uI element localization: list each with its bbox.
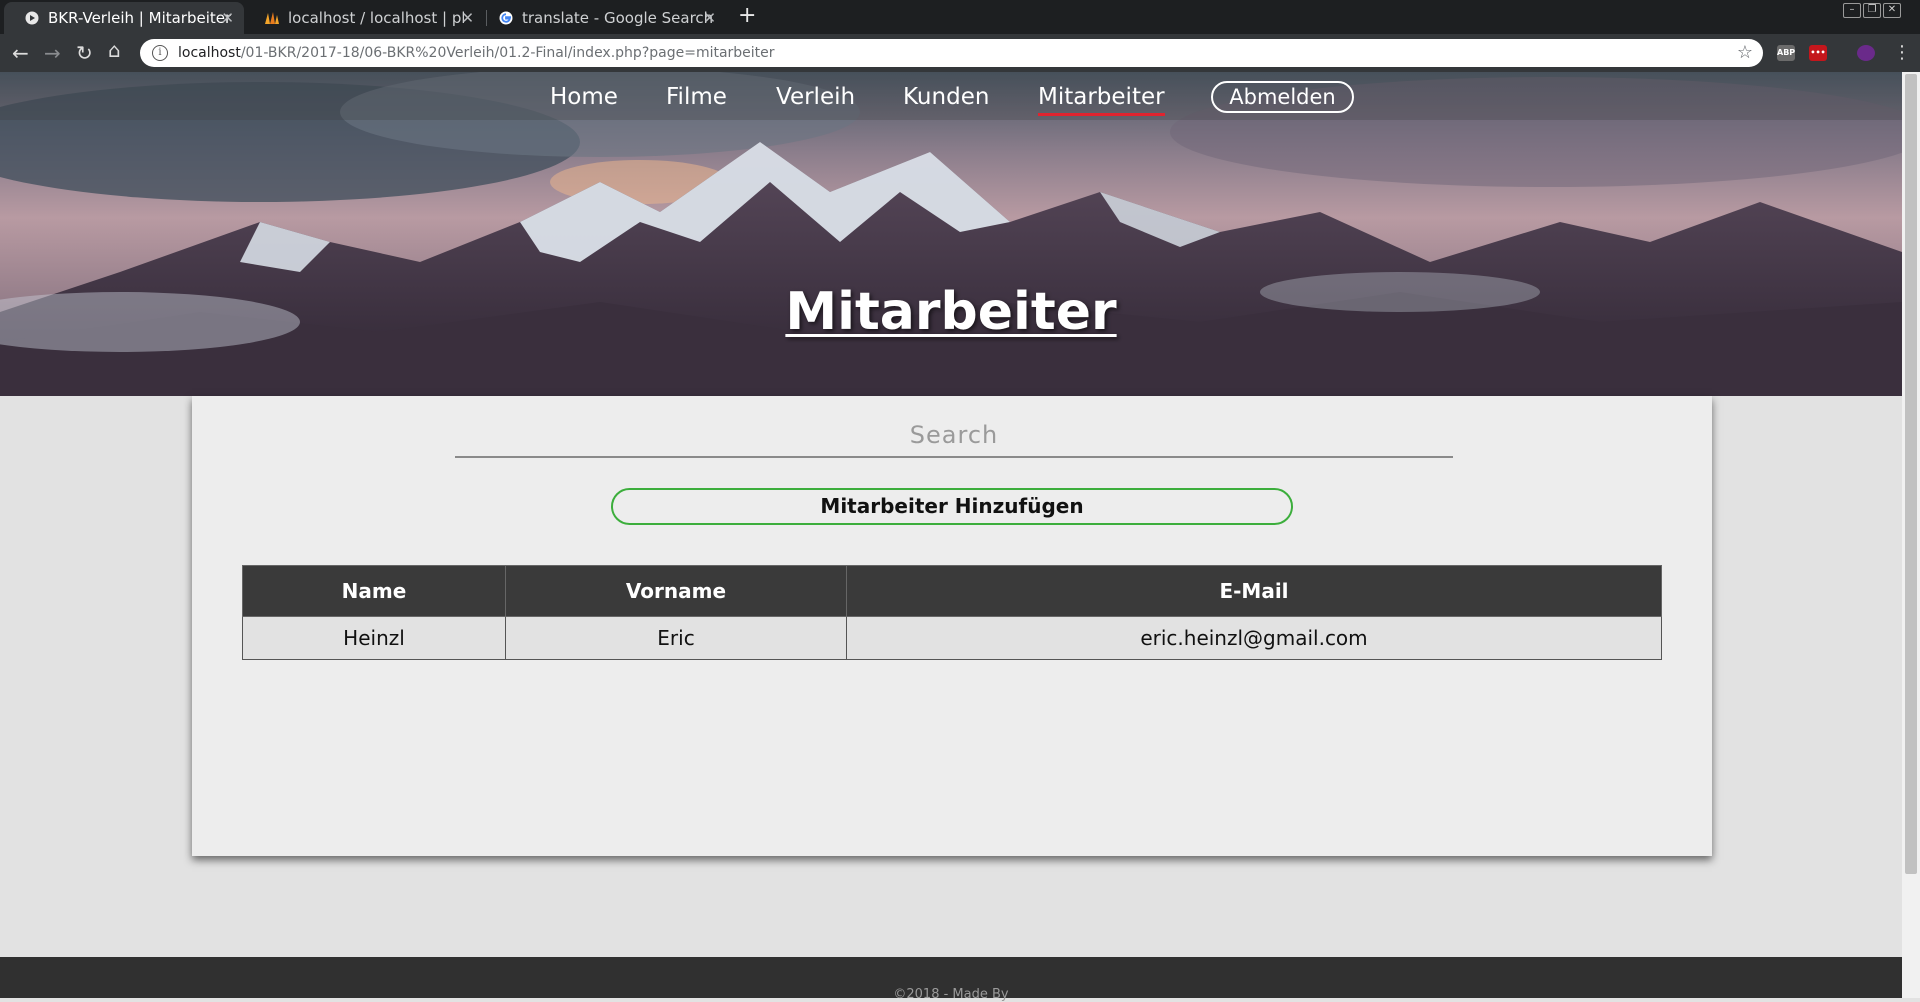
browser-menu-icon[interactable]: ⋮ <box>1893 43 1911 63</box>
column-header-email: E-Mail <box>846 565 1662 617</box>
main-navigation: Home Filme Verleih Kunden Mitarbeiter Ab… <box>0 72 1902 120</box>
content-card: Mitarbeiter Hinzufügen Name Vorname E-Ma… <box>192 396 1712 856</box>
column-header-name: Name <box>242 565 506 617</box>
close-tab-icon[interactable]: ✕ <box>703 9 716 27</box>
page-footer: ©2018 - Made By <box>0 957 1902 1002</box>
close-tab-icon[interactable]: ✕ <box>461 9 474 27</box>
page-title: Mitarbeiter <box>785 282 1117 342</box>
browser-tab-strip: BKR-Verleih | Mitarbeiter ✕ localhost / … <box>0 0 1920 34</box>
nav-link-verleih[interactable]: Verleih <box>776 84 855 110</box>
cell-email: eric.heinzl@gmail.com <box>846 616 1662 660</box>
cell-name: Heinzl <box>242 616 506 660</box>
employee-table: Name Vorname E-Mail Heinzl Eric eric.hei… <box>242 565 1662 660</box>
browser-tab-google[interactable]: translate - Google Search ✕ <box>478 2 726 34</box>
back-arrow-icon[interactable]: ← <box>12 43 29 63</box>
forward-arrow-icon[interactable]: → <box>44 43 61 63</box>
restore-window-icon[interactable]: ❐ <box>1863 3 1881 18</box>
close-tab-icon[interactable]: ✕ <box>221 9 234 27</box>
tab-title: BKR-Verleih | Mitarbeiter <box>48 9 232 27</box>
mountain-background-image <box>0 72 1902 396</box>
browser-toolbar: ← → ↻ ⌂ i localhost /01-BKR/2017-18/06-B… <box>0 34 1920 72</box>
column-header-vorname: Vorname <box>505 565 847 617</box>
footer-text: ©2018 - Made By <box>893 987 1009 1002</box>
logout-button[interactable]: Abmelden <box>1211 81 1354 113</box>
add-employee-button[interactable]: Mitarbeiter Hinzufügen <box>611 488 1293 525</box>
cell-vorname: Eric <box>505 616 847 660</box>
reload-icon[interactable]: ↻ <box>76 43 93 63</box>
google-favicon-icon <box>498 10 514 26</box>
bookmark-star-icon[interactable]: ☆ <box>1737 42 1753 63</box>
table-header-row: Name Vorname E-Mail <box>242 565 1662 617</box>
profile-avatar-icon[interactable] <box>1857 45 1875 61</box>
url-host: localhost <box>178 45 241 61</box>
tab-title: localhost / localhost | php <box>288 9 464 27</box>
scrollbar-thumb[interactable] <box>1905 74 1917 874</box>
table-row[interactable]: Heinzl Eric eric.heinzl@gmail.com <box>242 616 1662 660</box>
search-input[interactable] <box>455 414 1453 458</box>
hero-banner: Home Filme Verleih Kunden Mitarbeiter Ab… <box>0 72 1902 396</box>
close-window-icon[interactable]: ✕ <box>1883 3 1901 18</box>
address-bar[interactable]: i localhost /01-BKR/2017-18/06-BKR%20Ver… <box>140 39 1763 67</box>
browser-tab-phpmyadmin[interactable]: localhost / localhost | php ✕ <box>244 2 484 34</box>
nav-link-filme[interactable]: Filme <box>666 84 727 110</box>
lastpass-extension-icon[interactable]: ••• <box>1809 45 1827 61</box>
site-info-icon[interactable]: i <box>152 45 168 61</box>
new-tab-button[interactable]: + <box>738 3 756 28</box>
browser-tab-bkr-verleih[interactable]: BKR-Verleih | Mitarbeiter ✕ <box>4 2 244 34</box>
phpmyadmin-favicon-icon <box>264 10 280 26</box>
home-icon[interactable]: ⌂ <box>108 40 121 60</box>
page-scrollbar[interactable] <box>1902 72 1920 998</box>
nav-link-home[interactable]: Home <box>550 84 618 110</box>
page-favicon-icon <box>24 10 40 26</box>
nav-link-kunden[interactable]: Kunden <box>903 84 989 110</box>
tab-title: translate - Google Search <box>522 9 714 27</box>
nav-link-mitarbeiter[interactable]: Mitarbeiter <box>1038 84 1165 116</box>
minimize-window-icon[interactable]: – <box>1843 3 1861 18</box>
url-path: /01-BKR/2017-18/06-BKR%20Verleih/01.2-Fi… <box>240 45 775 61</box>
adblock-extension-icon[interactable]: ABP <box>1777 45 1795 61</box>
